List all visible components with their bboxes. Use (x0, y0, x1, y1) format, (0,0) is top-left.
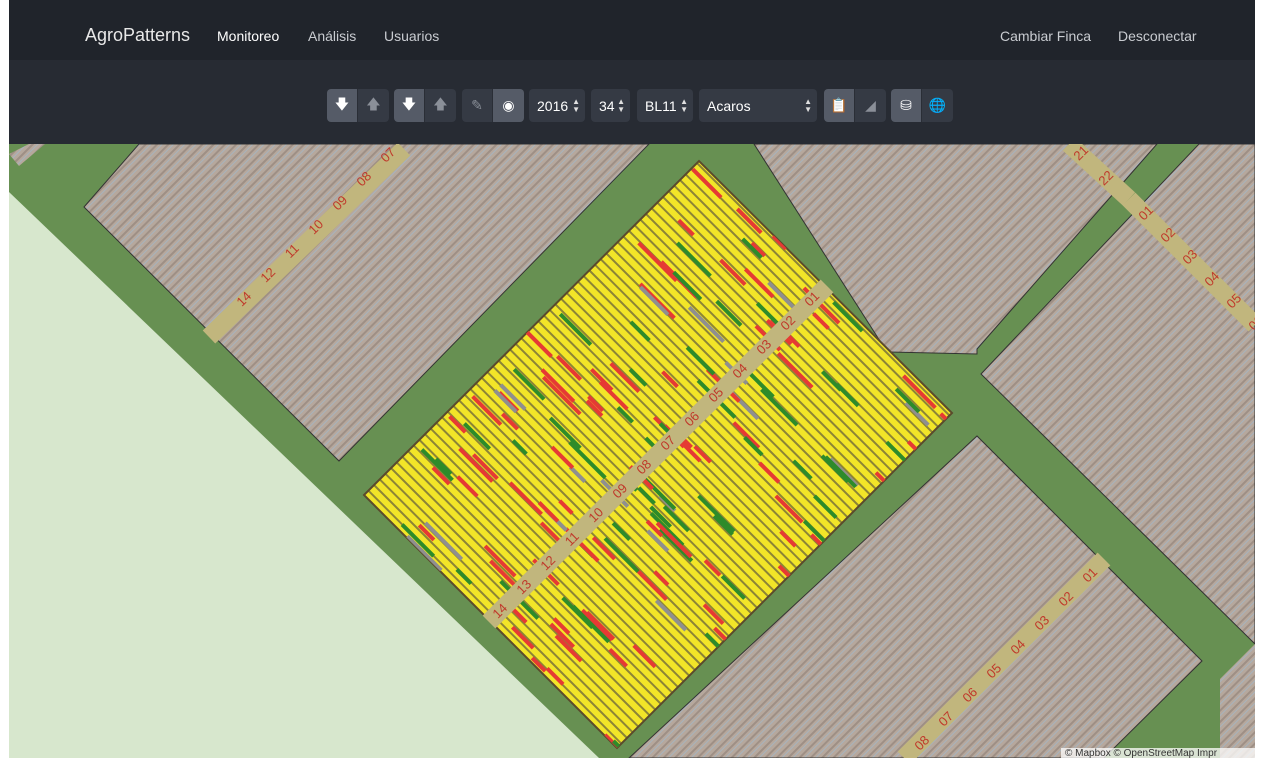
upload-icon: 🡅 (433, 95, 448, 112)
map-toolbar: 🡇 🡅 🡇 🡅 ✎ ◉ 2016 ▲ ▼ 34 ▲ ▼ BL11 ▲ ▼ Acaros… (9, 60, 1255, 144)
database-icon: ⛁ (900, 97, 912, 113)
download-icon: 🡇 (334, 95, 350, 112)
select-arrows-icon: ▲ ▼ (680, 97, 688, 114)
brand-logo[interactable]: AgroPatterns (85, 25, 190, 46)
week-value: 34 (599, 97, 615, 114)
farm-map[interactable]: 07080910111214 01020304050607080910111213… (9, 144, 1255, 758)
globe-icon: 🌐 (928, 97, 947, 113)
week-select[interactable]: 34 ▲ ▼ (591, 89, 630, 122)
download-button-2[interactable]: 🡇 (394, 89, 425, 122)
circle-button[interactable]: ◉ (493, 89, 524, 122)
nav-analisis[interactable]: Análisis (308, 28, 356, 44)
download-icon: 🡇 (401, 95, 417, 112)
nav-cambiar-finca[interactable]: Cambiar Finca (1000, 28, 1091, 44)
select-arrows-icon: ▲ ▼ (617, 97, 625, 114)
circle-icon: ◉ (502, 97, 515, 113)
block-select[interactable]: BL11 ▲ ▼ (637, 89, 693, 122)
map-attribution[interactable]: © Mapbox © OpenStreetMap Impr (1061, 748, 1255, 758)
area-chart-button[interactable]: ◢ (855, 89, 886, 122)
area-chart-icon: ◢ (865, 97, 876, 113)
pest-select[interactable]: Acaros ▲ ▼ (699, 89, 817, 122)
pest-value: Acaros (707, 97, 751, 114)
top-navbar: AgroPatterns Monitoreo Análisis Usuarios… (9, 0, 1255, 60)
app-frame: AgroPatterns Monitoreo Análisis Usuarios… (9, 0, 1255, 758)
upload-button[interactable]: 🡅 (358, 89, 389, 122)
layer-tools-group: ⛁ 🌐 (891, 89, 953, 122)
year-value: 2016 (537, 97, 569, 114)
select-arrows-icon: ▲ ▼ (572, 97, 580, 114)
clipboard-button[interactable]: 📋 (824, 89, 855, 122)
download-button[interactable]: 🡇 (327, 89, 358, 122)
year-select[interactable]: 2016 ▲ ▼ (529, 89, 585, 122)
nav-usuarios[interactable]: Usuarios (384, 28, 439, 44)
nav-monitoreo[interactable]: Monitoreo (217, 28, 279, 44)
upload-button-2[interactable]: 🡅 (425, 89, 456, 122)
pencil-button[interactable]: ✎ (462, 89, 493, 122)
globe-button[interactable]: 🌐 (922, 89, 953, 122)
select-arrows-icon: ▲ ▼ (804, 97, 812, 114)
report-tools-group: 📋 ◢ (824, 89, 886, 122)
upload-icon: 🡅 (366, 95, 381, 112)
import-export-group-1: 🡇 🡅 (327, 89, 389, 122)
database-button[interactable]: ⛁ (891, 89, 922, 122)
pencil-icon: ✎ (471, 97, 483, 113)
draw-tools-group: ✎ ◉ (462, 89, 524, 122)
nav-desconectar[interactable]: Desconectar (1118, 28, 1197, 44)
clipboard-icon: 📋 (830, 97, 848, 113)
import-export-group-2: 🡇 🡅 (394, 89, 456, 122)
block-value: BL11 (645, 97, 677, 114)
